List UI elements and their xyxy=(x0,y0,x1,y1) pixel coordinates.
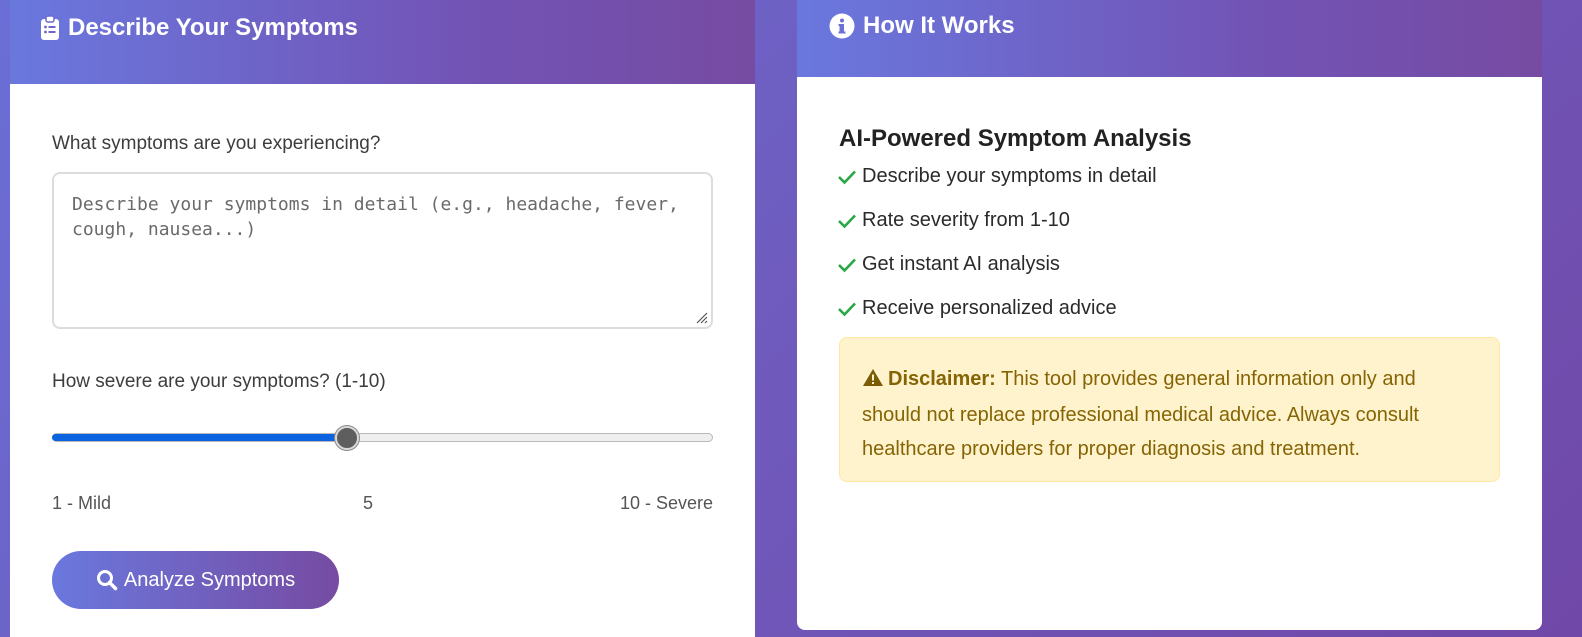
symptom-form-header: Describe Your Symptoms xyxy=(10,0,755,84)
clipboard-icon xyxy=(40,15,60,41)
search-icon xyxy=(96,569,118,591)
step-label: Get instant AI analysis xyxy=(862,253,1060,275)
step-label: Describe your symptoms in detail xyxy=(862,165,1157,187)
severity-slider-thumb[interactable] xyxy=(335,426,360,450)
disclaimer-box: Disclaimer: This tool provides general i… xyxy=(839,337,1500,482)
list-item: Rate severity from 1-10 xyxy=(837,209,1070,232)
check-icon xyxy=(838,258,856,272)
list-item: Get instant AI analysis xyxy=(837,253,1060,276)
check-icon xyxy=(838,170,856,184)
symptoms-label: What symptoms are you experiencing? xyxy=(52,133,381,154)
resize-grip-icon[interactable] xyxy=(694,310,708,329)
disclaimer-label: Disclaimer: xyxy=(888,368,996,390)
severity-label: How severe are your symptoms? (1-10) xyxy=(52,371,386,392)
list-item: Receive personalized advice xyxy=(837,297,1117,320)
step-label: Rate severity from 1-10 xyxy=(862,209,1070,231)
symptom-form-card: Describe Your Symptoms What symptoms are… xyxy=(10,0,755,637)
how-it-works-title: How It Works xyxy=(863,12,1015,39)
severity-slider-fill xyxy=(52,434,348,441)
scale-mid-label: 5 xyxy=(363,493,374,513)
how-it-works-card: How It Works AI-Powered Symptom Analysis… xyxy=(797,0,1542,630)
analyze-symptoms-button[interactable]: Analyze Symptoms xyxy=(52,551,339,609)
analysis-subtitle: AI-Powered Symptom Analysis xyxy=(839,125,1192,152)
step-label: Receive personalized advice xyxy=(862,297,1117,319)
scale-max-label: 10 - Severe xyxy=(619,493,713,513)
analyze-button-label: Analyze Symptoms xyxy=(123,568,296,591)
list-item: Describe your symptoms in detail xyxy=(837,165,1157,188)
symptom-form-title: Describe Your Symptoms xyxy=(68,14,358,41)
symptoms-textarea[interactable] xyxy=(52,172,713,329)
info-circle-icon xyxy=(829,13,855,39)
check-icon xyxy=(838,214,856,228)
scale-min-label: 1 - Mild xyxy=(52,493,112,513)
how-it-works-header: How It Works xyxy=(797,0,1542,77)
check-icon xyxy=(838,302,856,316)
warning-icon xyxy=(862,364,884,398)
